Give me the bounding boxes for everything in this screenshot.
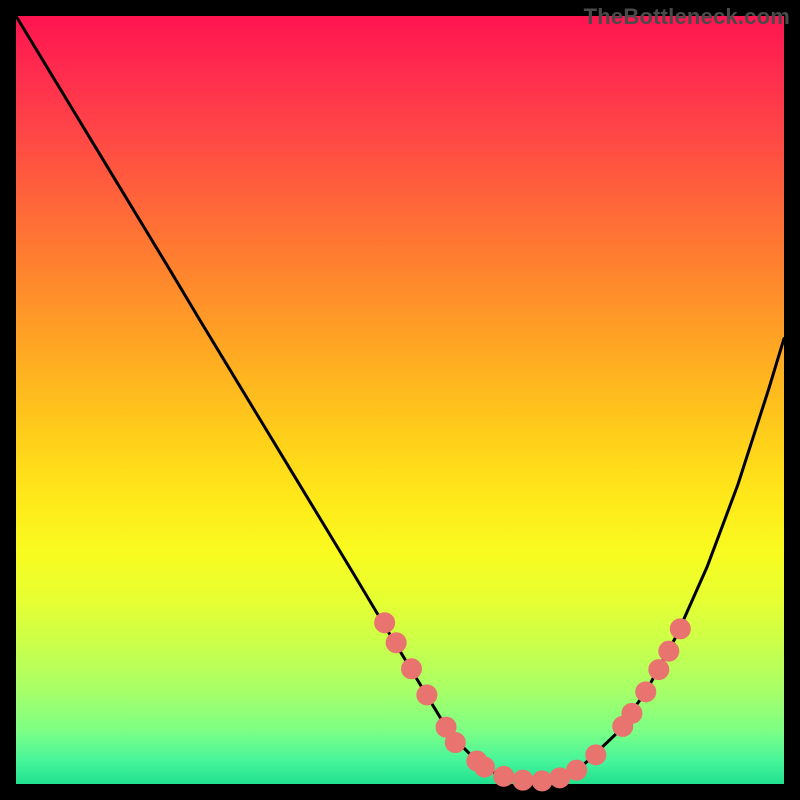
marker-point	[494, 766, 514, 786]
curve-svg	[16, 16, 784, 784]
marker-point	[567, 760, 587, 780]
curve-markers	[375, 613, 691, 791]
marker-point	[649, 660, 669, 680]
marker-point	[386, 633, 406, 653]
plot-area	[16, 16, 784, 784]
marker-point	[636, 682, 656, 702]
marker-point	[513, 770, 533, 790]
marker-point	[474, 757, 494, 777]
chart-stage: TheBottleneck.com	[0, 0, 800, 800]
marker-point	[659, 641, 679, 661]
marker-point	[375, 613, 395, 633]
marker-point	[622, 703, 642, 723]
marker-point	[445, 733, 465, 753]
marker-point	[670, 619, 690, 639]
marker-point	[417, 685, 437, 705]
marker-point	[532, 771, 552, 791]
marker-point	[586, 745, 606, 765]
bottleneck-curve	[16, 16, 784, 781]
marker-point	[402, 659, 422, 679]
